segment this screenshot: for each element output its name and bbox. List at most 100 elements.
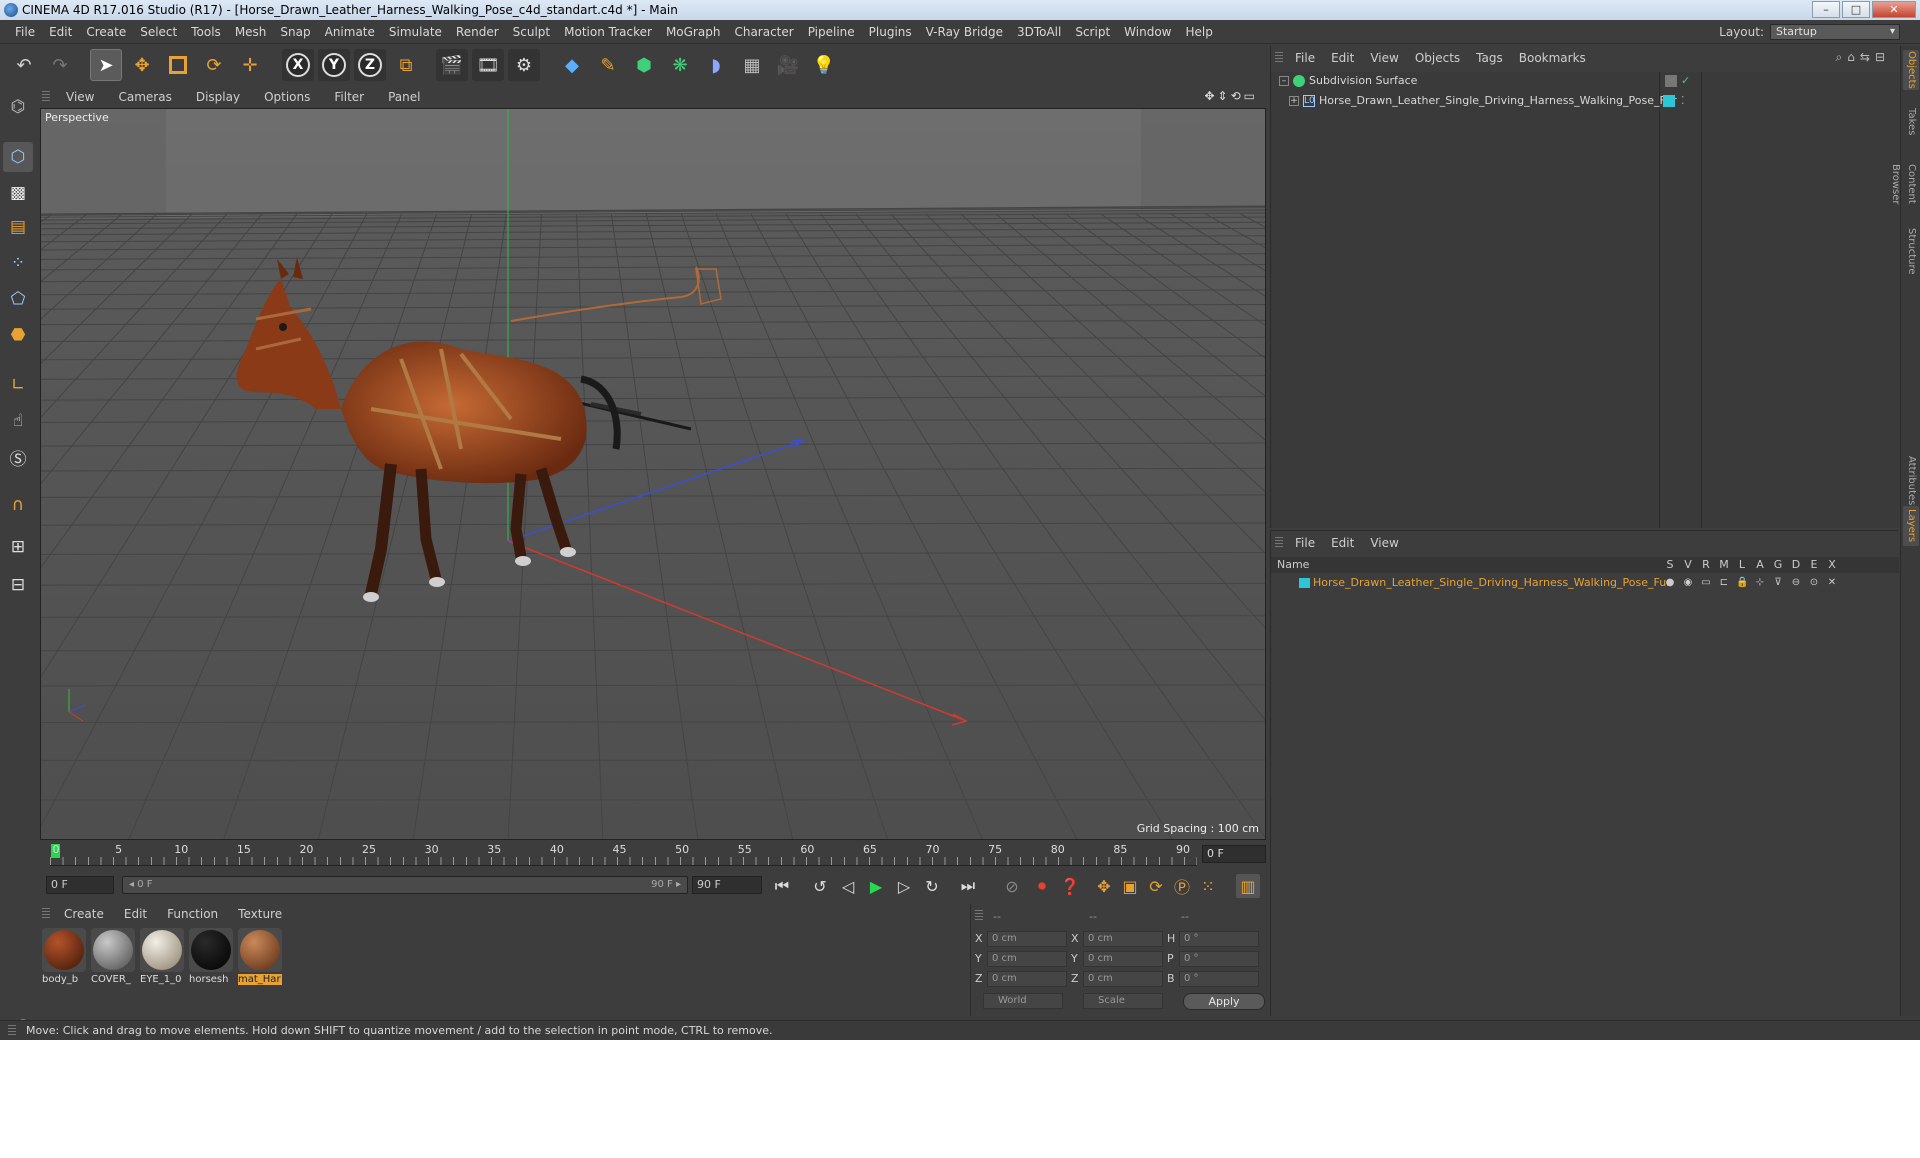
layer-toggle-v-icon[interactable]: ◉ [1682,577,1694,589]
object-menu-tags[interactable]: Tags [1468,51,1511,65]
menu-mesh[interactable]: Mesh [228,20,274,44]
floor-scene-icon[interactable]: ▦ [736,49,768,81]
previous-key-icon[interactable]: ↺ [808,874,832,898]
viewport-menu-options[interactable]: Options [252,90,322,104]
viewport-menu-filter[interactable]: Filter [322,90,376,104]
scale-key-icon[interactable]: ▣ [1118,874,1142,898]
edges-mode-icon[interactable]: ⬠ [3,284,33,314]
layer-column-m[interactable]: M [1717,557,1731,573]
menu-script[interactable]: Script [1068,20,1117,44]
object-manager-toolbar-icons[interactable]: ⌕⌂⇆⊟ [1836,50,1890,65]
side-tab-takes[interactable]: Takes [1903,102,1919,142]
menu-window[interactable]: Window [1117,20,1178,44]
menu-mograph[interactable]: MoGraph [659,20,728,44]
menu-create[interactable]: Create [79,20,133,44]
side-tab-objects[interactable]: Objects [1903,50,1919,90]
menu-pipeline[interactable]: Pipeline [801,20,862,44]
workplane-mode-icon[interactable]: ▤ [3,212,33,242]
locked-workplane-icon[interactable]: ⊞ [3,532,33,562]
object-menu-file[interactable]: File [1287,51,1323,65]
enabled-check-icon[interactable]: ✓ [1681,72,1690,90]
model-mode-icon[interactable]: ⬡ [3,142,33,172]
layer-column-a[interactable]: A [1753,557,1767,573]
point-level-key-icon[interactable]: ⁙ [1196,874,1220,898]
spline-pen-icon[interactable]: ✎ [592,49,624,81]
nurbs-generator-icon[interactable]: ⬢ [628,49,660,81]
collapse-icon[interactable]: – [1279,76,1289,86]
make-editable-icon[interactable]: ⌬ [3,92,33,122]
previous-frame-icon[interactable]: ◁ [836,874,860,898]
perspective-viewport[interactable]: Perspective Grid Spacing : 100 cm [40,108,1266,840]
material-preview[interactable] [140,928,184,972]
maximize-button[interactable]: □ [1842,1,1870,18]
material-name[interactable]: mat_Har [238,974,282,985]
menu-animate[interactable]: Animate [318,20,382,44]
object-row-subdivision-surface[interactable]: – Subdivision Surface ✓ [1271,72,1899,90]
render-settings-icon[interactable]: ⚙ [508,49,540,81]
layer-column-e[interactable]: E [1807,557,1821,573]
material-preview[interactable] [238,928,282,972]
autokeying-icon[interactable]: ⏺ [1030,874,1054,898]
panel-grip[interactable] [1275,537,1283,549]
timeline-window-icon[interactable]: ▥ [1236,874,1260,898]
viewport-menu-panel[interactable]: Panel [376,90,432,104]
menu-simulate[interactable]: Simulate [382,20,449,44]
object-name[interactable]: Horse_Drawn_Leather_Single_Driving_Harne… [1319,92,1677,110]
object-menu-objects[interactable]: Objects [1407,51,1468,65]
array-modifier-icon[interactable]: ❋ [664,49,696,81]
position-z-field[interactable]: 0 cm [987,971,1067,987]
generator-tag-icon[interactable] [1665,75,1677,87]
layer-color-icon[interactable] [1663,95,1675,107]
scale-tool-icon[interactable] [162,49,194,81]
coordinate-system-icon[interactable]: ⧉ [390,49,422,81]
material-menu-function[interactable]: Function [157,907,228,921]
object-menu-edit[interactable]: Edit [1323,51,1362,65]
layer-column-l[interactable]: L [1735,557,1749,573]
points-mode-icon[interactable]: ⁘ [3,248,33,278]
size-z-field[interactable]: 0 cm [1083,971,1163,987]
material-name[interactable]: COVER_ [91,974,135,985]
panel-grip[interactable] [42,91,50,103]
layer-menu-view[interactable]: View [1362,536,1406,550]
size-x-field[interactable]: 0 cm [1083,931,1163,947]
rotation-p-field[interactable]: 0 ° [1179,951,1259,967]
tweak-mode-icon[interactable]: ☝ [3,406,33,436]
layer-toggle-x-icon[interactable]: ✕ [1826,577,1838,589]
frame-ruler[interactable]: 0 5 10 15 20 25 30 35 40 45 50 55 60 65 70 75 80 85 90 [50,842,1197,866]
minimize-button[interactable]: – [1812,1,1840,18]
menu-3dtoall[interactable]: 3DToAll [1010,20,1068,44]
material-name[interactable]: horsesh [189,974,233,985]
layer-column-g[interactable]: G [1771,557,1785,573]
layer-color-swatch[interactable] [1299,578,1310,588]
name-column-header[interactable]: Name [1277,557,1309,573]
side-tab-layers[interactable]: Layers [1903,506,1919,546]
y-axis-lock-icon[interactable]: Y [318,49,350,81]
menu-help[interactable]: Help [1178,20,1219,44]
viewport-menu-view[interactable]: View [54,90,106,104]
object-name[interactable]: Subdivision Surface [1309,72,1417,90]
side-tab-structure[interactable]: Structure [1903,226,1919,276]
layer-toggle-a-icon[interactable]: ⊹ [1754,577,1766,589]
close-button[interactable]: ✕ [1872,1,1916,18]
material-swatch[interactable]: mat_Har [238,928,282,985]
axis-mode-icon[interactable]: ∟ [3,370,33,400]
viewport-camera-label[interactable]: Perspective [45,111,109,124]
undo-icon[interactable]: ↶ [8,49,40,81]
render-view-icon[interactable]: 🎬 [436,49,468,81]
coordinate-system-dropdown[interactable]: World [983,993,1063,1009]
menu-v-ray-bridge[interactable]: V-Ray Bridge [919,20,1010,44]
layer-menu-edit[interactable]: Edit [1323,536,1362,550]
cube-primitive-icon[interactable]: ◆ [556,49,588,81]
visibility-dots-icon[interactable]: ⁚ [1681,92,1685,110]
recent-tool-icon[interactable]: ✛ [234,49,266,81]
z-axis-lock-icon[interactable]: Z [354,49,386,81]
layer-toggle-g-icon[interactable]: ⊽ [1772,577,1784,589]
material-preview[interactable] [189,928,233,972]
material-swatch[interactable]: body_b [42,928,86,985]
menu-render[interactable]: Render [449,20,506,44]
material-preview[interactable] [42,928,86,972]
layer-toggle-e-icon[interactable]: ⊙ [1808,577,1820,589]
current-frame-field[interactable]: 0 F [1202,845,1266,863]
live-selection-icon[interactable]: ➤ [90,49,122,81]
timeline-ruler[interactable]: 0 5 10 15 20 25 30 35 40 45 50 55 60 65 70 75 80 85 90 0 F [40,842,1266,866]
